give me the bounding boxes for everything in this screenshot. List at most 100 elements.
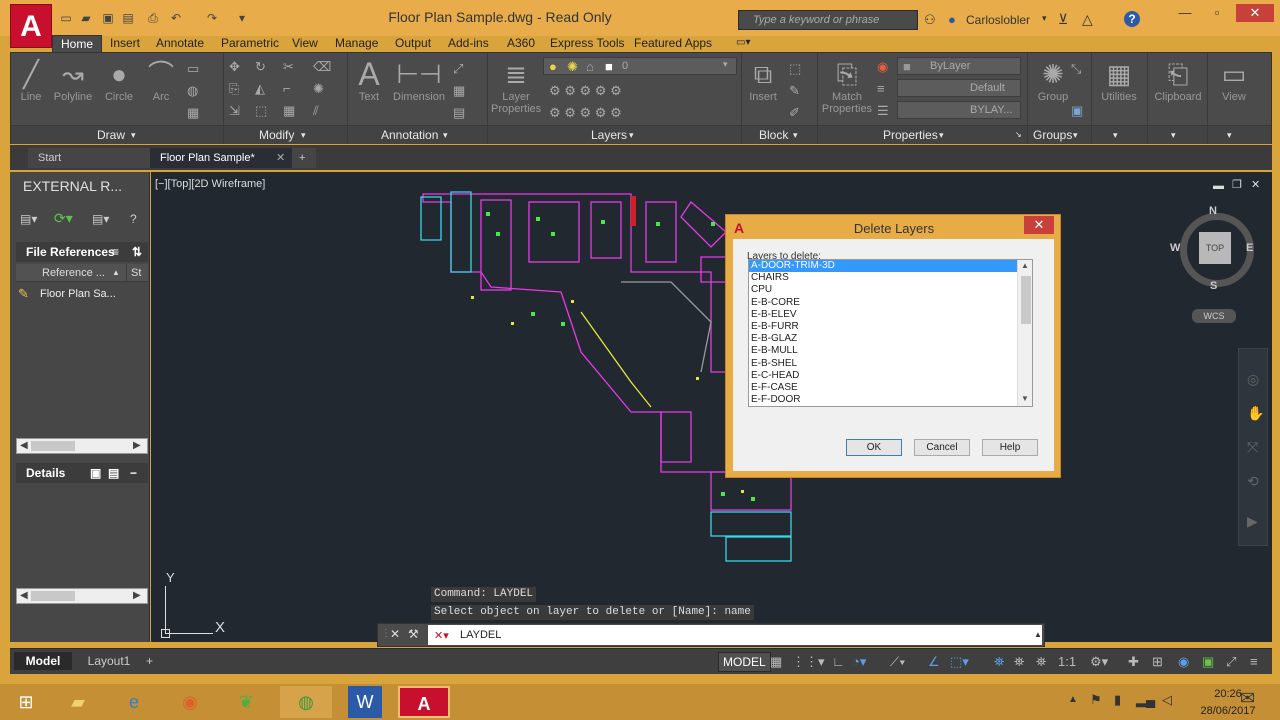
annotation-monitor-icon[interactable]: ✚ xyxy=(1128,654,1139,670)
attach-dwg-icon[interactable]: ▤▾ xyxy=(20,212,37,226)
help-palette-icon[interactable]: ? xyxy=(130,212,137,226)
list-item[interactable]: E-C-HEAD xyxy=(749,370,1032,382)
auto-scale-icon[interactable]: ⛯ xyxy=(1014,654,1024,670)
tab-model[interactable]: Model xyxy=(14,652,72,670)
viewcube[interactable]: TOP N S E W xyxy=(1170,205,1258,295)
layers-list[interactable]: A-DOOR-TRIM-3D CHAIRS CPU E-B-CORE E-B-E… xyxy=(748,259,1033,407)
windows-start-icon[interactable]: ⊞ xyxy=(0,686,52,718)
arc-tool[interactable]: ⌒ Arc xyxy=(137,57,185,103)
scrollbar-thumb[interactable] xyxy=(31,591,75,601)
units-icon[interactable]: ⊞ xyxy=(1152,654,1163,670)
create-block-icon[interactable]: ⬚ xyxy=(789,61,801,77)
viewport-close-icon[interactable]: ✕ xyxy=(1251,178,1260,191)
group-tool[interactable]: ✺ Group xyxy=(1029,57,1077,103)
layer-properties-tool[interactable]: ≣ Layer Properties xyxy=(491,57,541,115)
layer-dropdown-arrow-icon[interactable]: ▾ xyxy=(723,59,728,70)
customize-icon[interactable]: ⚒ xyxy=(408,627,419,641)
leader-icon[interactable]: ⤢ xyxy=(453,61,463,77)
zoom-extents-icon[interactable]: ⤧ xyxy=(1247,439,1258,456)
stretch-icon[interactable]: ⇲ xyxy=(229,103,240,119)
hatch-icon[interactable]: ◍ xyxy=(187,83,198,99)
viewport-controls[interactable]: [−][Top][2D Wireframe] xyxy=(155,178,265,190)
wcs-menu[interactable]: WCS xyxy=(1192,309,1236,323)
binoculars-icon[interactable]: ⚇ xyxy=(924,12,936,28)
clipboard-tool[interactable]: ⎗ Clipboard xyxy=(1149,57,1207,103)
scroll-right-icon[interactable]: ▶ xyxy=(133,589,141,603)
tree-view-icon[interactable]: ⇅ xyxy=(132,242,142,262)
tray-network-icon[interactable]: ▂▄ xyxy=(1136,692,1155,708)
block-panel-dropdown-icon[interactable]: ▾ xyxy=(793,126,798,144)
help-button[interactable]: Help xyxy=(982,439,1038,456)
ortho-icon[interactable]: ∟ xyxy=(832,654,845,669)
chrome-icon[interactable]: ◍ xyxy=(280,686,332,718)
list-view-icon[interactable]: ≡ xyxy=(112,242,119,262)
lineweight-dropdown[interactable]: Default xyxy=(897,79,1021,97)
array-icon[interactable]: ▦ xyxy=(283,103,295,119)
draw-panel-dropdown-icon[interactable]: ▾ xyxy=(131,126,136,144)
properties-panel-dropdown-icon[interactable]: ▾ xyxy=(939,126,944,144)
list-item[interactable]: E-B-MULL xyxy=(749,345,1032,357)
references-horizontal-scrollbar[interactable]: ◀ ▶ xyxy=(16,438,148,454)
tab-express-tools[interactable]: Express Tools xyxy=(542,35,632,53)
list-item[interactable]: E-B-GLAZ xyxy=(749,333,1032,345)
erase-icon[interactable]: ⌫ xyxy=(313,59,331,75)
groups-panel-dropdown-icon[interactable]: ▾ xyxy=(1073,126,1078,144)
move-icon[interactable]: ✥ xyxy=(229,59,240,75)
panel-layers[interactable]: Layers xyxy=(591,126,627,144)
scroll-down-icon[interactable]: ▼ xyxy=(1021,394,1029,403)
tab-add-ins[interactable]: Add-ins xyxy=(440,35,497,53)
circle-tool[interactable]: ● Circle xyxy=(95,57,143,103)
reference-item[interactable]: Floor Plan Sa... xyxy=(40,288,116,300)
list-item[interactable]: E-B-SHEL xyxy=(749,358,1032,370)
ungroup-icon[interactable]: ⤡ xyxy=(1071,61,1081,77)
preview-icon[interactable]: ▤ xyxy=(108,463,119,483)
tab-output[interactable]: Output xyxy=(387,35,439,53)
firefox-icon[interactable]: ◉ xyxy=(164,686,216,718)
compass-north[interactable]: N xyxy=(1209,205,1217,217)
tray-expand-icon[interactable]: ▲ xyxy=(1068,694,1078,705)
tab-annotate[interactable]: Annotate xyxy=(148,35,212,53)
explode-icon[interactable]: ✺ xyxy=(313,81,324,97)
reference-column-header[interactable]: Reference ... ▲ St xyxy=(16,264,148,282)
showmotion-icon[interactable]: ▶ xyxy=(1247,513,1258,530)
help-icon[interactable]: ? xyxy=(1124,11,1140,27)
edit-block-icon[interactable]: ✎ xyxy=(789,83,800,99)
annotation-scale-value[interactable]: 1:1 xyxy=(1058,654,1076,669)
tab-home[interactable]: Home xyxy=(52,35,103,53)
green-app-icon[interactable]: ❦ xyxy=(220,686,272,718)
clipboard-dropdown-icon[interactable]: ▾ xyxy=(1171,126,1176,144)
annotation-scale-icon[interactable]: ⛯ xyxy=(1036,654,1046,670)
workspace-gear-icon[interactable]: ⚙▾ xyxy=(1090,654,1108,670)
rotate-icon[interactable]: ↻ xyxy=(255,59,266,75)
close-command-line-icon[interactable]: ✕ xyxy=(390,627,400,641)
compass-east[interactable]: E xyxy=(1246,242,1253,254)
tab-insert[interactable]: Insert xyxy=(102,35,148,53)
properties-dialog-launcher-icon[interactable]: ↘ xyxy=(1015,126,1022,144)
scrollbar-thumb[interactable] xyxy=(1021,276,1031,324)
layer-tool-icon[interactable]: ⚙ ⚙ ⚙ ⚙ ⚙ xyxy=(549,83,622,99)
fillet-icon[interactable]: ⌐ xyxy=(283,81,291,96)
user-name[interactable]: Carloslobler xyxy=(966,13,1030,27)
tray-volume-icon[interactable]: ◁ xyxy=(1162,692,1172,708)
panel-groups[interactable]: Groups xyxy=(1033,126,1072,144)
list-item[interactable]: E-F-CASE xyxy=(749,382,1032,394)
gradient-icon[interactable]: ▦ xyxy=(187,105,199,121)
viewport-minimize-icon[interactable]: ▬ xyxy=(1213,180,1224,192)
minimize-button[interactable]: — xyxy=(1170,4,1200,22)
tab-parametric[interactable]: Parametric xyxy=(213,35,287,53)
steering-wheel-icon[interactable]: ◎ xyxy=(1247,371,1259,388)
details-horizontal-scrollbar[interactable]: ◀ ▶ xyxy=(16,588,148,604)
dialog-close-button[interactable]: ✕ xyxy=(1024,216,1054,234)
scrollbar-thumb[interactable] xyxy=(31,441,75,451)
panel-properties[interactable]: Properties xyxy=(883,126,938,144)
modify-panel-dropdown-icon[interactable]: ▾ xyxy=(301,126,306,144)
new-tab-icon[interactable]: + xyxy=(292,148,316,168)
isodraft-icon[interactable]: ⟋▾ xyxy=(890,654,905,670)
rectangle-icon[interactable]: ▭ xyxy=(187,61,199,77)
internet-explorer-icon[interactable]: e xyxy=(108,686,160,718)
offset-icon[interactable]: ⫽ xyxy=(313,103,319,119)
tray-flag-icon[interactable]: ⚑ xyxy=(1090,692,1102,708)
tab-start[interactable]: Start xyxy=(28,148,154,168)
object-snap-icon[interactable]: ⬚▾ xyxy=(950,654,969,670)
insert-block-tool[interactable]: ⧉ Insert xyxy=(739,57,787,103)
